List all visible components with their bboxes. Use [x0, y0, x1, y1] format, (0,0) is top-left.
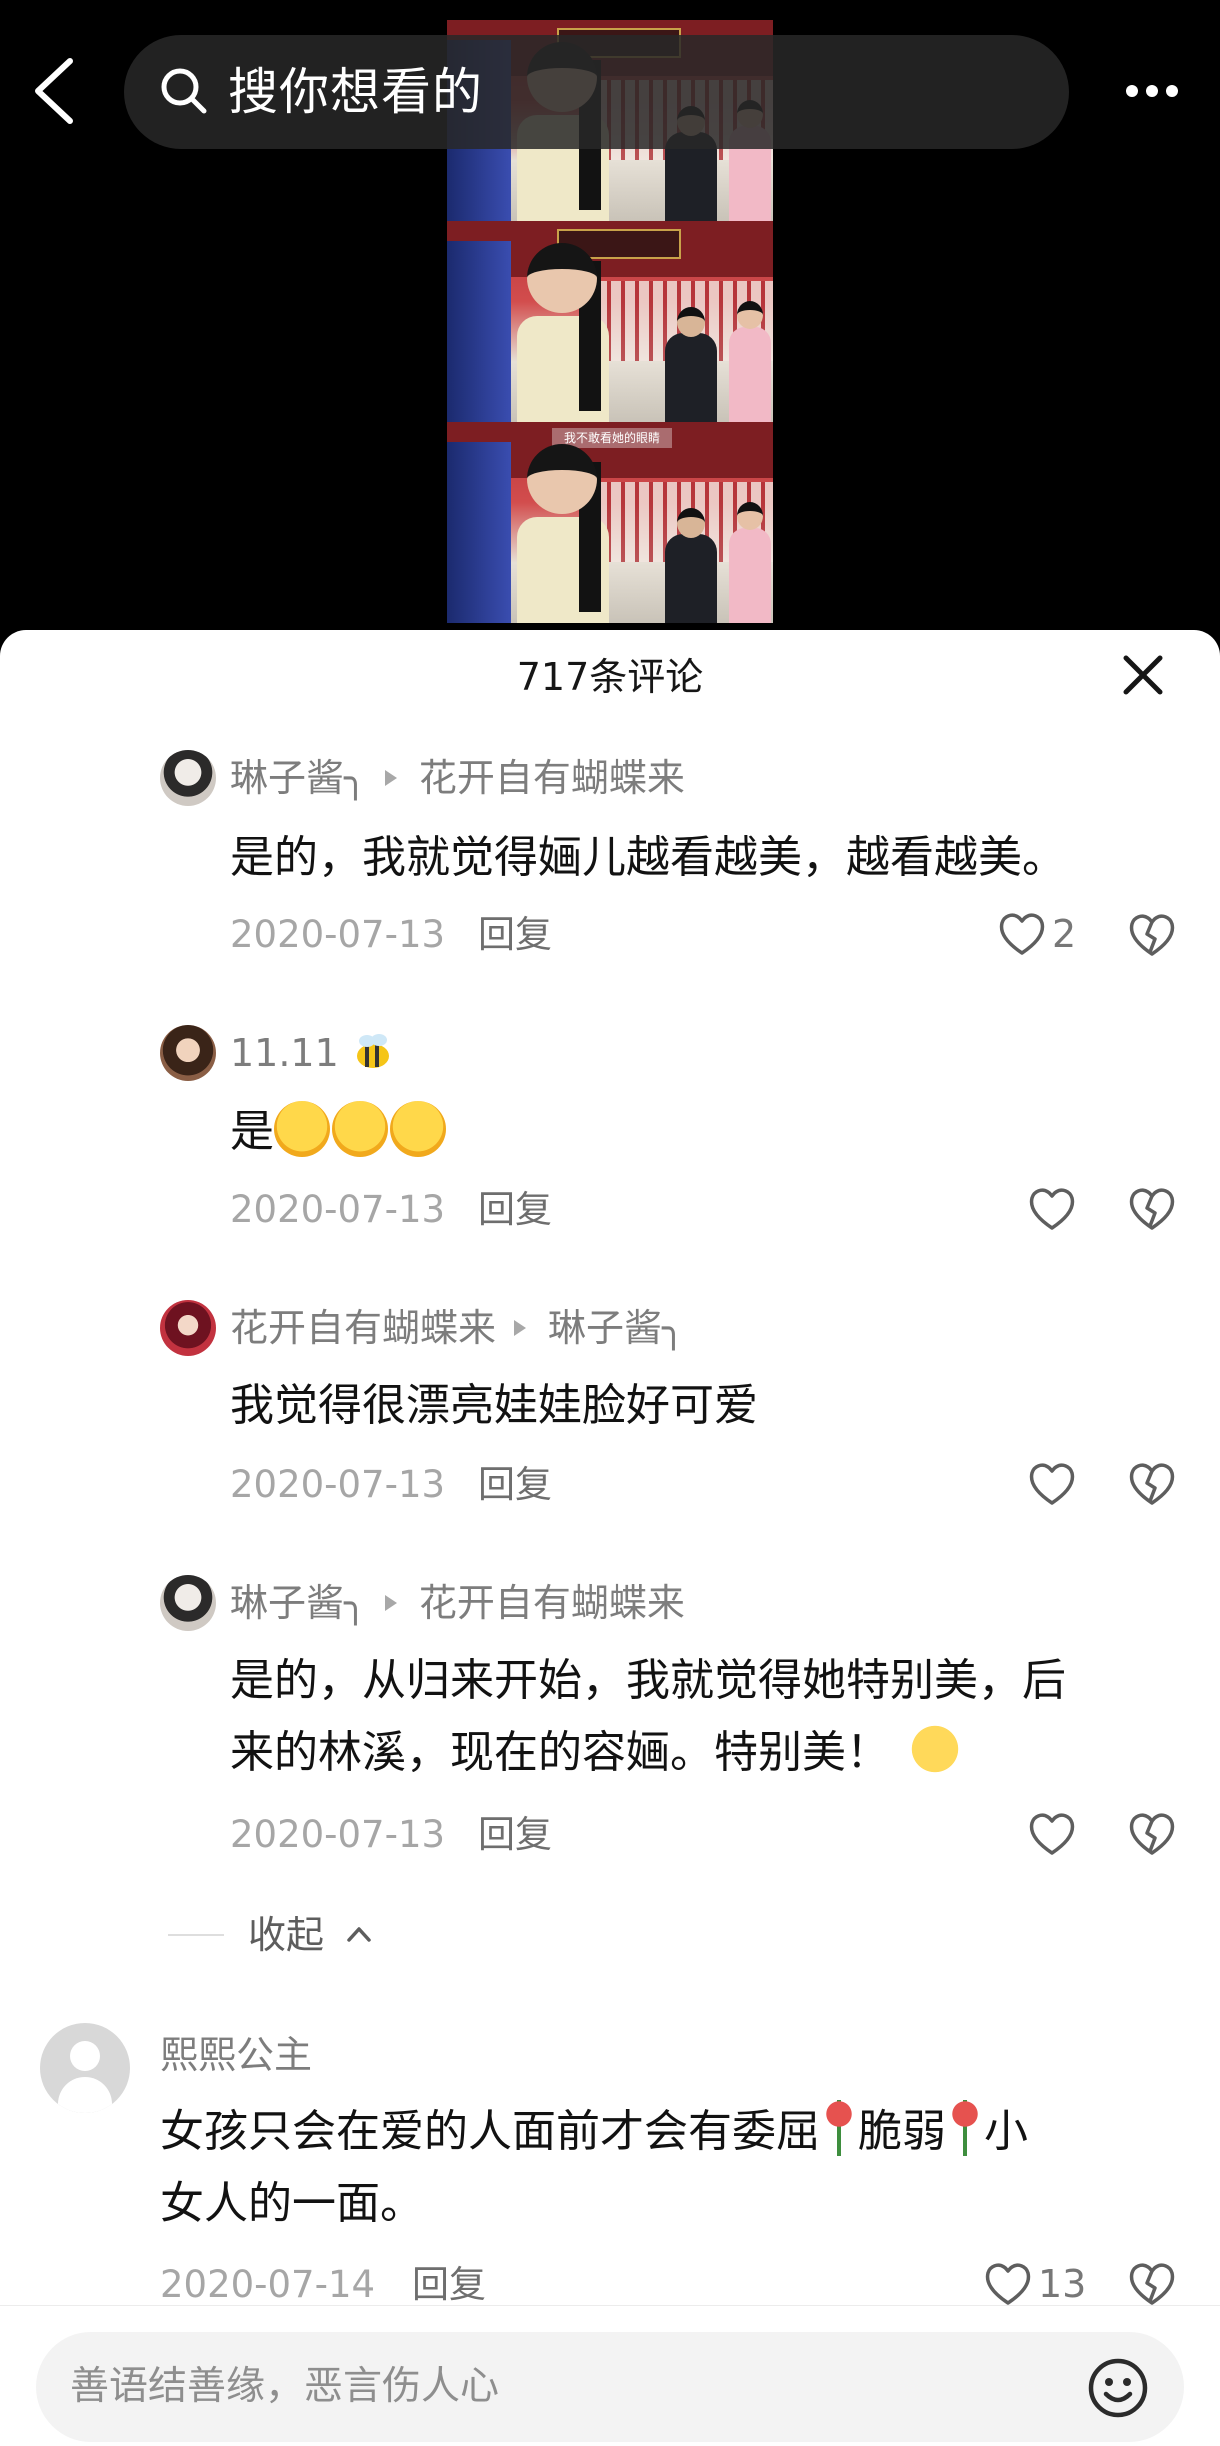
like-button[interactable]	[1028, 1184, 1076, 1234]
heart-icon	[999, 913, 1045, 955]
divider	[168, 1934, 224, 1936]
like-button[interactable]	[1028, 1459, 1076, 1509]
author-name[interactable]: 11.11	[230, 1031, 339, 1075]
comment-date: 2020-07-13	[230, 1813, 446, 1856]
comment-date: 2020-07-13	[230, 1188, 446, 1231]
reply-header: 琳子酱╮ 花开自有蝴蝶来	[230, 753, 685, 803]
broken-heart-icon	[1129, 914, 1175, 956]
comment-text: 女孩只会在爱的人面前才会有委屈 脆弱小 女人的一面。	[160, 2096, 1028, 2240]
reply-arrow-icon	[384, 769, 397, 786]
comment-input[interactable]: 善语结善缘，恶言伤人心	[36, 2332, 1184, 2442]
top-bar: 搜你想看的	[0, 35, 1220, 149]
crying-laughing-emoji-icon	[390, 1101, 446, 1157]
like-count: 13	[1038, 2262, 1087, 2306]
hug-emoji-icon	[904, 1721, 966, 1777]
reply-button[interactable]: 回复	[478, 1185, 552, 1235]
search-icon	[161, 68, 207, 114]
reply-arrow-icon	[514, 1319, 527, 1336]
avatar[interactable]	[160, 1300, 216, 1356]
comments-panel: 717条评论 琳子酱╮ 花开自有蝴蝶来 是的，我就觉得婳儿越看越美，越看越美。 2…	[0, 630, 1220, 2445]
search-input[interactable]: 搜你想看的	[228, 59, 483, 125]
reply-button[interactable]: 回复	[478, 910, 552, 960]
reply-arrow-icon	[384, 1594, 397, 1611]
comment-text: 是的，我就觉得婳儿越看越美，越看越美。	[230, 832, 1066, 883]
dislike-button[interactable]	[1128, 1186, 1176, 1232]
comment-text: 我觉得很漂亮娃娃脸好可爱	[230, 1380, 758, 1431]
like-button[interactable]: 2	[998, 909, 1098, 959]
dislike-button[interactable]	[1128, 912, 1176, 958]
broken-heart-icon	[1129, 1813, 1175, 1855]
video-still-2	[447, 221, 773, 422]
reply-button[interactable]: 回复	[478, 1810, 552, 1860]
reply-to-name[interactable]: 花开自有蝴蝶来	[419, 1581, 685, 1625]
bee-emoji-icon	[356, 1033, 389, 1068]
back-icon	[35, 58, 73, 124]
author-name[interactable]: 熙熙公主	[160, 2030, 312, 2080]
avatar[interactable]	[160, 750, 216, 806]
comment-input-bar: 善语结善缘，恶言伤人心	[0, 2305, 1220, 2446]
reply-header: 11.11	[230, 1028, 395, 1078]
crying-laughing-emoji-icon	[274, 1101, 330, 1157]
video-player[interactable]: 我不敢看她的眼睛 搜你想看的	[0, 0, 1220, 640]
reply-to-name[interactable]: 花开自有蝴蝶来	[419, 756, 685, 800]
author-name[interactable]: 花开自有蝴蝶来	[230, 1306, 496, 1350]
dislike-button[interactable]	[1128, 2261, 1176, 2307]
author-name[interactable]: 琳子酱╮	[230, 756, 367, 800]
reply-to-name[interactable]: 琳子酱╮	[548, 1306, 685, 1350]
crying-laughing-emoji-icon	[332, 1101, 388, 1157]
avatar[interactable]	[40, 2023, 130, 2113]
emoji-icon[interactable]	[1086, 2356, 1150, 2420]
close-icon	[1123, 655, 1163, 695]
comment-text: 是	[230, 1096, 448, 1168]
close-button[interactable]	[1118, 650, 1168, 700]
chevron-up-icon	[347, 1927, 371, 1942]
heart-icon	[1029, 1813, 1075, 1855]
broken-heart-icon	[1129, 1188, 1175, 1230]
comment-text: 是的，从归来开始，我就觉得她特别美，后 来的林溪，现在的容婳。特别美！	[230, 1655, 1066, 1778]
search-bar[interactable]: 搜你想看的	[124, 35, 1069, 149]
heart-icon	[985, 2263, 1031, 2305]
like-button[interactable]	[1028, 1809, 1076, 1859]
reply-header: 花开自有蝴蝶来 琳子酱╮	[230, 1303, 685, 1353]
avatar[interactable]	[160, 1025, 216, 1081]
dislike-button[interactable]	[1128, 1461, 1176, 1507]
collapse-label: 收起	[248, 1913, 325, 1957]
rose-emoji-icon	[950, 2100, 980, 2156]
comment-date: 2020-07-13	[230, 913, 446, 956]
avatar[interactable]	[160, 1575, 216, 1631]
comments-count-title: 717条评论	[516, 655, 704, 699]
reply-button[interactable]: 回复	[412, 2260, 486, 2310]
dislike-button[interactable]	[1128, 1811, 1176, 1857]
more-icon	[1126, 85, 1138, 97]
comment-date: 2020-07-14	[160, 2263, 376, 2306]
rose-emoji-icon	[824, 2100, 854, 2156]
like-button[interactable]: 13	[984, 2259, 1104, 2309]
broken-heart-icon	[1129, 2263, 1175, 2305]
heart-icon	[1029, 1188, 1075, 1230]
video-still-3: 我不敢看她的眼睛	[447, 422, 773, 623]
comment-input-placeholder: 善语结善缘，恶言伤人心	[70, 2364, 500, 2409]
author-name[interactable]: 琳子酱╮	[230, 1581, 367, 1625]
like-count: 2	[1052, 912, 1077, 956]
comment-date: 2020-07-13	[230, 1463, 446, 1506]
broken-heart-icon	[1129, 1463, 1175, 1505]
reply-button[interactable]: 回复	[478, 1460, 552, 1510]
heart-icon	[1029, 1463, 1075, 1505]
back-button[interactable]	[30, 55, 80, 127]
reply-header: 琳子酱╮ 花开自有蝴蝶来	[230, 1578, 685, 1628]
more-button[interactable]	[1122, 81, 1182, 103]
